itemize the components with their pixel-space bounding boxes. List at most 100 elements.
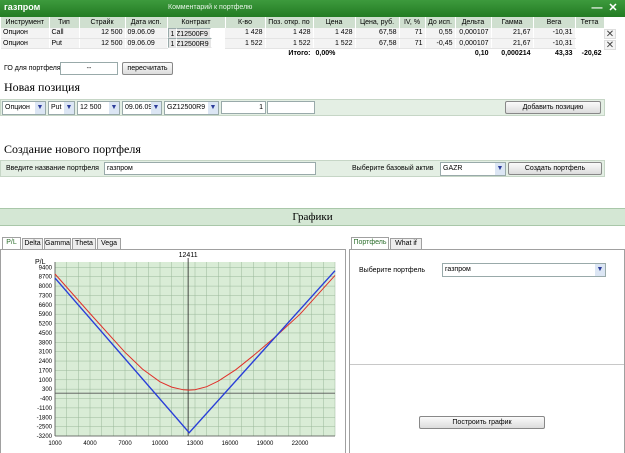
base-asset-label: Выберите базовый актив — [352, 165, 434, 172]
column-header: Тетта — [575, 17, 605, 28]
table-cell[interactable]: 1 — [167, 28, 178, 38]
table-cell: -0,45 — [425, 38, 456, 49]
type-select[interactable]: Put ▼ — [48, 101, 75, 115]
strike-select[interactable]: 12 500 ▼ — [77, 101, 120, 115]
chevron-down-icon: ▼ — [595, 264, 605, 276]
create-portfolio-button[interactable]: Создать портфель — [508, 162, 602, 175]
table-cell: 67,58 — [355, 28, 400, 39]
y-tick-label: 2400 — [39, 359, 53, 365]
build-chart-button[interactable]: Построить график — [419, 416, 545, 429]
totals-label: Итого: — [1, 48, 314, 58]
table-cell: 0,55 — [425, 28, 456, 39]
table-cell: -10,31 — [533, 28, 576, 39]
y-tick-label: 4500 — [39, 331, 53, 337]
price-input[interactable] — [267, 101, 315, 114]
column-header: Страйк — [79, 17, 126, 28]
y-tick-label: 3800 — [39, 340, 53, 346]
portfolio-name-input[interactable]: газпром — [104, 162, 316, 175]
table-cell: 21,67 — [491, 38, 534, 49]
instrument-select[interactable]: Опцион ▼ — [2, 101, 46, 115]
table-cell: Опцион — [1, 38, 50, 49]
base-asset-select[interactable]: GAZR ▼ — [440, 162, 506, 176]
select-portfolio-label: Выберите портфель — [359, 267, 426, 274]
totals-delta: 0,10 — [455, 48, 492, 58]
tab-delta[interactable]: Delta — [22, 238, 43, 249]
y-tick-label: 8700 — [39, 275, 53, 281]
remove-row-icon[interactable]: ✕ — [604, 29, 616, 40]
portfolio-comment-link[interactable]: Комментарий к портфелю — [168, 4, 252, 11]
table-cell: 09.06.09 — [125, 38, 168, 49]
y-tick-label: 3100 — [39, 350, 53, 356]
y-tick-label: 1000 — [39, 378, 53, 384]
tab-vega[interactable]: Vega — [97, 238, 121, 249]
charts-title: Графики — [0, 208, 625, 226]
portfolio-name-label: Введите название портфеля — [6, 165, 99, 172]
table-cell: 1 522 — [313, 38, 356, 49]
y-tick-label: -400 — [40, 397, 53, 403]
x-tick-label: 16000 — [222, 441, 239, 447]
table-cell: 21,67 — [491, 28, 534, 39]
column-header: Дата исп. — [125, 17, 168, 28]
totals-vega: 43,33 — [533, 48, 576, 58]
column-header: Поз. откр. по — [265, 17, 314, 28]
table-cell: -10,31 — [533, 38, 576, 49]
y-tick-label: 6600 — [39, 303, 53, 309]
minimize-icon[interactable]: — — [591, 2, 603, 14]
table-cell: 12 500 — [79, 38, 126, 49]
tab-theta[interactable]: Theta — [72, 238, 96, 249]
column-header: Цена, руб. — [355, 17, 400, 28]
column-header: Дельта — [455, 17, 492, 28]
x-tick-label: 1000 — [48, 441, 62, 447]
column-header: Тип — [49, 17, 80, 28]
y-tick-label: -1800 — [37, 415, 53, 421]
x-tick-label: 10000 — [152, 441, 169, 447]
column-header: Гамма — [491, 17, 534, 28]
new-position-title: Новая позиция — [4, 80, 80, 94]
table-cell[interactable]: 1 — [167, 38, 178, 48]
chevron-down-icon: ▼ — [208, 102, 218, 114]
totals-price-pct: 0,00% — [313, 48, 356, 58]
quantity-input[interactable]: 1 — [221, 101, 266, 114]
table-row[interactable]: Опцион Call 12 500 09.06.09 GZ12500F9 1 1 428 1… — [1, 28, 604, 39]
tab-gamma[interactable]: Gamma — [44, 238, 71, 249]
totals-gamma: 0,000214 — [491, 48, 534, 58]
column-header: До исп. — [425, 17, 456, 28]
x-tick-label: 13000 — [187, 441, 204, 447]
table-cell: 0,000107 — [455, 38, 492, 49]
column-header: Вега — [533, 17, 576, 28]
table-cell: 67,58 — [355, 38, 400, 49]
column-header: Инструмент — [1, 17, 50, 28]
go-value-field[interactable]: -- — [60, 62, 118, 75]
y-tick-label: 5900 — [39, 312, 53, 318]
recalculate-button[interactable]: пересчитать — [122, 62, 173, 75]
chevron-down-icon: ▼ — [495, 163, 505, 175]
column-header: IV, % — [399, 17, 426, 28]
y-tick-label: 8000 — [39, 284, 53, 290]
tab-what-if[interactable]: What if — [390, 238, 422, 249]
close-icon[interactable]: ✕ — [607, 2, 619, 14]
remove-row-icon[interactable]: ✕ — [604, 40, 616, 51]
date-select[interactable]: 09.06.09 ▼ — [122, 101, 162, 115]
table-cell: 1 522 — [225, 38, 266, 49]
table-cell: 1 428 — [313, 28, 356, 39]
y-tick-label: -1100 — [37, 406, 53, 412]
y-tick-label: -2500 — [37, 425, 53, 431]
right-divider — [350, 364, 624, 365]
table-cell: 71 — [399, 28, 426, 39]
table-row[interactable]: Опцион Put 12 500 09.06.09 GZ12500R9 1 1 522 1 … — [1, 38, 604, 49]
add-position-button[interactable]: Добавить позицию — [505, 101, 601, 114]
column-header: К-во — [225, 17, 266, 28]
tab-pl[interactable]: P/L — [2, 237, 21, 249]
portfolio-select[interactable]: газпром ▼ — [442, 263, 606, 277]
positions-table: Инструмент Тип Страйк Дата исп. Контракт К-во… — [1, 17, 605, 58]
table-cell: Опцион — [1, 28, 50, 39]
table-cell: Call — [49, 28, 80, 39]
column-header: Контракт — [167, 17, 226, 28]
table-cell: 0,000107 — [455, 28, 492, 39]
contract-select[interactable]: GZ12500R9 ▼ — [164, 101, 219, 115]
go-label: ГО для портфеля: — [4, 65, 63, 72]
chevron-down-icon: ▼ — [151, 102, 161, 114]
table-cell: Put — [49, 38, 80, 49]
tab-portfolio[interactable]: Портфель — [351, 237, 389, 249]
create-portfolio-title: Создание нового портфеля — [4, 142, 141, 156]
